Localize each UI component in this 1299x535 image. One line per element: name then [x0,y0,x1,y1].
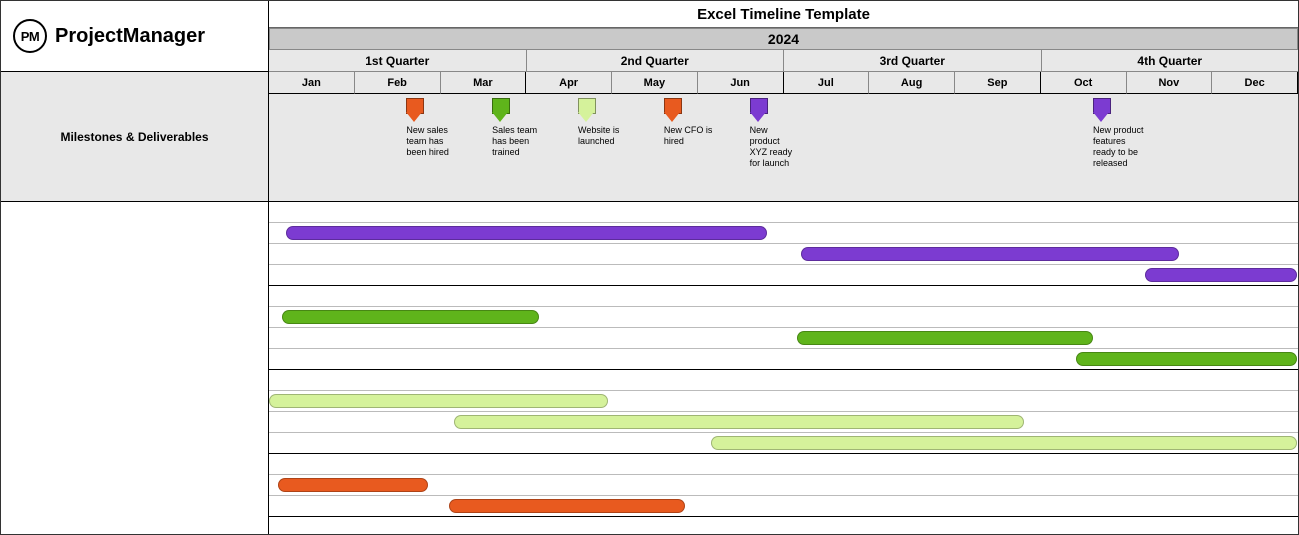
gantt-bar [1145,268,1298,282]
milestone: New product XYZ ready for launch [750,98,825,169]
milestone-arrow-icon [578,98,594,122]
quarter-header: 1st Quarter [269,50,527,72]
month-header: May [612,72,698,94]
month-header: Dec [1212,72,1298,94]
milestone: Website is launched [578,98,653,147]
gantt-bar [278,478,428,492]
task-row: Hire sales representatives [269,475,1298,496]
gantt-bar [282,310,540,324]
milestone-arrow-icon [406,98,422,122]
task-row: Deploy marketing strategy for ABC new fe… [269,433,1298,454]
gantt-bar [454,415,1025,429]
milestone-label: New sales team has been hired [406,125,481,158]
month-header: Jun [698,72,784,94]
quarter-header: 2nd Quarter [527,50,785,72]
brand-logo-icon: PM [13,19,47,53]
milestone: Sales team has been trained [492,98,567,158]
task-row: Deploy new lead scoring system [269,349,1298,370]
task-row: Create new features for product ABC [269,244,1298,265]
milestone-label: New product XYZ ready for launch [750,125,825,169]
gantt-bar [801,247,1179,261]
task-row: Develop and launch a website [269,391,1298,412]
milestone: New product features ready to be release… [1093,98,1168,169]
brand-name: ProjectManager [55,25,205,48]
brand-box: PM ProjectManager [1,1,268,72]
milestone-arrow-icon [492,98,508,122]
month-header: Aug [869,72,955,94]
timeline-template: PM ProjectManager Milestones & Deliverab… [0,0,1299,535]
task-row: Product XYZ launch [269,328,1298,349]
quarter-header: 3rd Quarter [784,50,1042,72]
month-header: Oct [1041,72,1127,94]
quarter-header: 4th Quarter [1042,50,1299,72]
milestone-arrow-icon [1093,98,1109,122]
milestone-arrow-icon [664,98,680,122]
section-header: Marketing [269,370,1298,391]
milestone-label: Sales team has been trained [492,125,567,158]
gantt-bar [1076,352,1297,366]
milestone-band: New sales team has been hired Sales team … [269,94,1298,202]
gantt-area: ProductDevelop new product XYZCreate new… [269,202,1298,534]
task-row: Deploy marketing strategy for XYZ [269,412,1298,433]
section-header: Sales [269,286,1298,307]
gantt-bar [269,394,608,408]
month-header: Sep [955,72,1041,94]
section-header: Product [269,202,1298,223]
milestone-label: Website is launched [578,125,653,147]
section-header: HR [269,454,1298,475]
page-title: Excel Timeline Template [269,1,1298,28]
quarter-row: 1st Quarter2nd Quarter3rd Quarter4th Qua… [269,50,1298,72]
month-row: JanFebMarAprMayJunJulAugSepOctNovDec [269,72,1298,94]
gantt-bar [711,436,1297,450]
milestone-arrow-icon [750,98,766,122]
task-row: Develop new product XYZ [269,223,1298,244]
month-header: Feb [355,72,441,94]
brand-initials: PM [21,29,40,44]
gantt-bar [797,331,1093,345]
task-row: Optimize production floor layout [269,265,1298,286]
year-header: 2024 [269,28,1298,50]
month-header: Nov [1127,72,1213,94]
gantt-bar [449,499,685,513]
task-row: Hire CFO [269,496,1298,517]
milestone-label: New CFO is hired [664,125,739,147]
month-header: Jul [784,72,870,94]
milestone-label: New product features ready to be release… [1093,125,1168,169]
side-column: PM ProjectManager Milestones & Deliverab… [1,1,269,534]
month-header: Jan [269,72,355,94]
milestone: New sales team has been hired [406,98,481,158]
month-header: Mar [441,72,527,94]
task-row: New hire training program [269,307,1298,328]
milestones-header: Milestones & Deliverables [1,72,268,202]
month-header: Apr [526,72,612,94]
main-column: Excel Timeline Template 2024 1st Quarter… [269,1,1298,534]
milestone: New CFO is hired [664,98,739,147]
gantt-bar [286,226,767,240]
